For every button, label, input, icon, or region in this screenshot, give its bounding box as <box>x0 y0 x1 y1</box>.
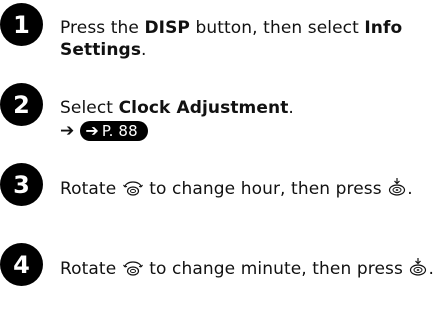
step-3-text: Rotate to change hour, then press . <box>60 177 441 203</box>
disp-button-label: DISP <box>144 18 190 38</box>
arrow-icon: ➔ <box>60 121 75 141</box>
step-1-text: Press the DISP button, then select Info … <box>60 18 403 60</box>
rotary-dial-icon <box>122 259 144 283</box>
press-knob-icon <box>387 177 407 203</box>
page-reference: ➔ ➔ P. 88 <box>60 121 441 141</box>
step-number-badge: 3 <box>0 163 43 206</box>
page-reference-link[interactable]: ➔ P. 88 <box>80 121 148 141</box>
step-number-badge: 2 <box>0 83 43 126</box>
step-2-text: Select Clock Adjustment. ➔ ➔ P. 88 <box>60 97 441 141</box>
step-number-badge: 4 <box>0 243 43 286</box>
press-knob-icon <box>408 257 428 283</box>
clock-adjustment-label: Clock Adjustment <box>118 98 289 118</box>
page-number: P. 88 <box>101 122 138 140</box>
rotary-dial-icon <box>122 179 144 203</box>
arrow-right-icon: ➔ <box>85 121 99 140</box>
step-4-text: Rotate to change minute, then press . <box>60 257 441 283</box>
step-number-badge: 1 <box>0 3 43 46</box>
